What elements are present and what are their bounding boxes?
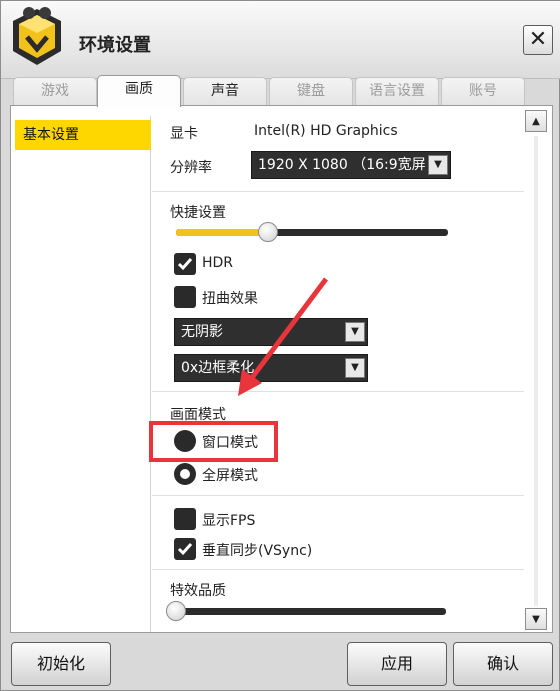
shadow-value: 无阴影 — [181, 324, 223, 340]
quick-settings-label: 快捷设置 — [170, 205, 226, 221]
annotation-highlight-box — [149, 421, 278, 462]
tab-account[interactable]: 账号 — [441, 77, 525, 105]
quick-settings-slider[interactable] — [176, 222, 448, 242]
slider-thumb[interactable] — [258, 222, 279, 242]
chevron-down-icon: ▼ — [428, 155, 448, 175]
fullscreen-mode-label: 全屏模式 — [202, 468, 258, 484]
effects-quality-slider[interactable] — [166, 601, 446, 621]
tab-game[interactable]: 游戏 — [13, 77, 97, 105]
chevron-down-icon: ▼ — [345, 322, 365, 342]
settings-window: 环境设置 ✕ 游戏 画质 声音 键盘 语言设置 账号 基本设置 显卡 Intel… — [0, 0, 560, 691]
sidebar: 基本设置 — [13, 116, 151, 632]
fullscreen-mode-radio[interactable] — [174, 463, 196, 485]
tab-sound[interactable]: 声音 — [183, 77, 267, 105]
gpu-label: 显卡 — [170, 126, 198, 142]
display-section: 显卡 Intel(R) HD Graphics 分辨率 1920 X 1080 … — [152, 106, 524, 192]
check-icon — [177, 258, 193, 271]
effects-quality-label: 特效品质 — [170, 583, 226, 599]
check-icon — [177, 543, 193, 556]
vsync-label: 垂直同步(VSync) — [202, 543, 313, 559]
slider-thumb[interactable] — [166, 601, 186, 621]
tab-bar: 游戏 画质 声音 键盘 语言设置 账号 — [9, 75, 554, 107]
chevron-down-icon: ▼ — [532, 613, 540, 625]
apply-button[interactable]: 应用 — [347, 642, 447, 686]
sidebar-item-basic-settings[interactable]: 基本设置 — [15, 120, 151, 150]
show-fps-label: 显示FPS — [202, 513, 256, 529]
vsync-checkbox[interactable] — [174, 538, 196, 560]
close-icon: ✕ — [528, 27, 548, 52]
tab-keyboard[interactable]: 键盘 — [269, 77, 353, 105]
slider-fill — [176, 229, 269, 236]
distortion-checkbox[interactable] — [174, 286, 196, 308]
title-bar: 环境设置 ✕ — [1, 1, 560, 79]
radio-selected-dot — [180, 469, 190, 479]
tab-language[interactable]: 语言设置 — [355, 77, 439, 105]
ok-button[interactable]: 确认 — [453, 642, 553, 686]
tab-graphics[interactable]: 画质 — [97, 75, 181, 107]
display-options-section: 显示FPS 垂直同步(VSync) — [152, 496, 524, 570]
annotation-arrow-icon — [238, 277, 328, 396]
reset-button[interactable]: 初始化 — [11, 642, 111, 686]
chevron-up-icon: ▲ — [532, 115, 540, 127]
chevron-down-icon: ▼ — [345, 358, 365, 378]
window-title: 环境设置 — [79, 35, 151, 56]
show-fps-checkbox[interactable] — [174, 508, 196, 530]
resolution-value: 1920 X 1080 （16:9宽屏 — [258, 157, 426, 173]
hdr-checkbox[interactable] — [174, 253, 196, 275]
resolution-select[interactable]: 1920 X 1080 （16:9宽屏 ▼ — [251, 151, 451, 179]
scroll-track[interactable] — [534, 136, 538, 606]
game-logo-icon — [7, 5, 67, 69]
close-button[interactable]: ✕ — [523, 25, 553, 55]
effects-section: 特效品质 — [152, 570, 524, 632]
hdr-label: HDR — [202, 255, 234, 271]
quick-settings-section: 快捷设置 HDR 扭曲效果 无阴影 ▼ 0x边框柔化 ▼ — [152, 192, 524, 392]
vertical-scrollbar[interactable]: ▲ ▼ — [525, 110, 549, 630]
settings-content: 显卡 Intel(R) HD Graphics 分辨率 1920 X 1080 … — [152, 106, 524, 632]
scroll-up-button[interactable]: ▲ — [525, 110, 547, 132]
resolution-label: 分辨率 — [170, 160, 212, 176]
scroll-down-button[interactable]: ▼ — [525, 608, 547, 630]
gpu-value: Intel(R) HD Graphics — [254, 123, 398, 139]
